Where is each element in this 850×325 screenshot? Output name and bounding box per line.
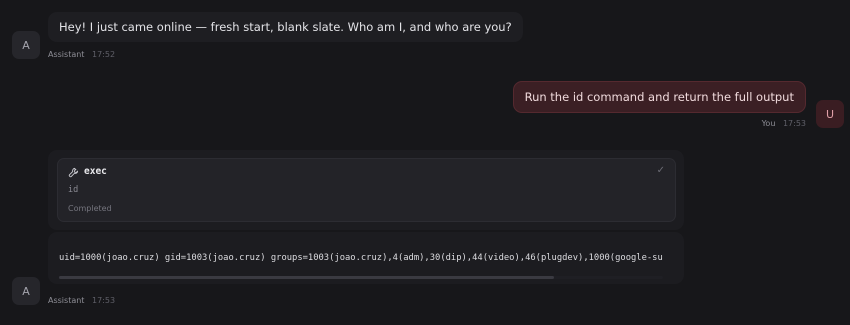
timestamp: 17:53: [92, 296, 116, 305]
user-message-bubble: Run the id command and return the full o…: [512, 81, 806, 113]
assistant-avatar: A: [12, 277, 40, 305]
message-meta: Assistant 17:52: [48, 50, 115, 59]
tool-call-container: exec ✓ id Completed: [48, 150, 684, 230]
tool-call-card[interactable]: exec ✓ id Completed: [57, 158, 676, 222]
sender-name: Assistant: [48, 296, 85, 305]
tool-name: exec: [84, 166, 107, 177]
assistant-avatar: A: [12, 31, 40, 59]
tool-output-text: uid=1000(joao.cruz) gid=1003(joao.cruz) …: [59, 253, 663, 263]
message-meta: Assistant 17:53: [48, 296, 115, 305]
sender-name: You: [761, 119, 776, 128]
sender-name: Assistant: [48, 50, 85, 59]
tool-status: Completed: [68, 204, 112, 213]
chat-thread: A Hey! I just came online — fresh start,…: [0, 0, 850, 325]
tool-icon: [68, 167, 79, 178]
timestamp: 17:53: [782, 119, 806, 128]
scrollbar-thumb[interactable]: [59, 276, 555, 279]
tool-output-block: uid=1000(joao.cruz) gid=1003(joao.cruz) …: [48, 232, 684, 284]
message-meta: You 17:53: [762, 119, 806, 128]
horizontal-scrollbar[interactable]: [59, 276, 663, 279]
tool-argument: id: [68, 185, 79, 195]
timestamp: 17:52: [92, 50, 116, 59]
check-icon: ✓: [656, 165, 665, 176]
assistant-message-bubble: Hey! I just came online — fresh start, b…: [48, 12, 523, 42]
user-avatar: U: [816, 100, 844, 128]
